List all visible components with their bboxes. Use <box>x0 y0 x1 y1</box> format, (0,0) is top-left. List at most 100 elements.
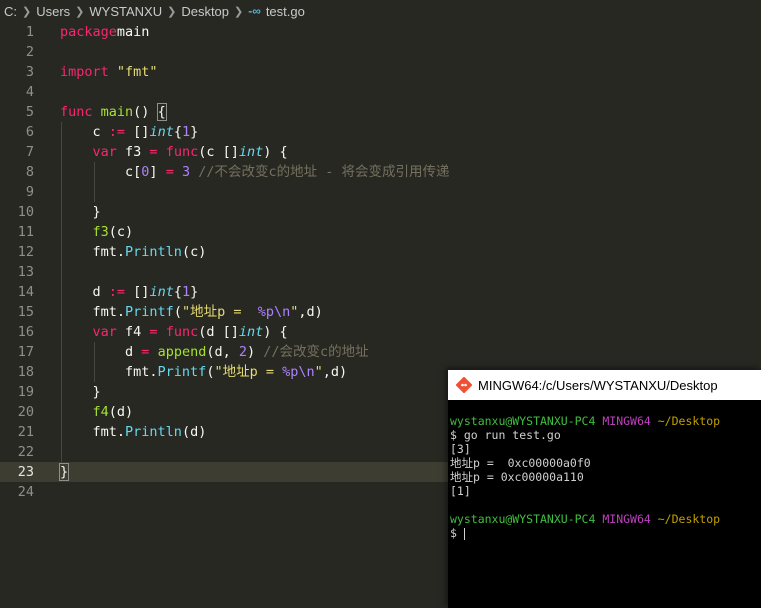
breadcrumb-user-folder[interactable]: WYSTANXU <box>89 4 162 19</box>
code-line[interactable]: 6 c := []int{1} <box>0 122 761 142</box>
code-line[interactable]: 4 <box>0 82 761 102</box>
code-token: %p\n <box>257 304 291 320</box>
line-number: 12 <box>17 244 34 260</box>
terminal-output-line: [3] <box>450 442 471 456</box>
terminal-input-line[interactable]: $ <box>450 526 720 540</box>
code-token: int <box>238 324 264 340</box>
code-token: (c) <box>108 224 134 240</box>
code-token: d <box>60 284 109 300</box>
code-token: (d) <box>181 424 207 440</box>
chevron-right-icon: ❯ <box>22 5 32 18</box>
code-line[interactable]: 11 f3(c) <box>0 222 761 242</box>
prompt-user: wystanxu@WYSTANXU-PC4 <box>450 512 596 526</box>
code-token: " <box>314 364 323 380</box>
code-line[interactable]: 3 import "fmt" <box>0 62 761 82</box>
line-number: 7 <box>25 144 34 160</box>
code-text: fmt.Printf("地址p = %p\n",d) <box>60 362 347 382</box>
code-text: d := []int{1} <box>60 282 199 302</box>
code-text: fmt.Println(c) <box>60 242 207 262</box>
code-token: d <box>60 344 142 360</box>
code-token: fmt. <box>60 304 126 320</box>
code-token: 1 <box>181 124 191 140</box>
code-line[interactable]: 9 <box>0 182 761 202</box>
line-number: 3 <box>25 64 34 80</box>
code-token: main <box>116 24 150 40</box>
code-token: Println <box>125 244 182 260</box>
code-line[interactable]: 2 <box>0 42 761 62</box>
code-line[interactable]: 17 d = append(d, 2) //会改变c的地址 <box>0 342 761 362</box>
chevron-right-icon: ❯ <box>75 5 85 18</box>
line-number: 21 <box>17 424 34 440</box>
code-token: { <box>173 284 182 300</box>
code-text: f3(c) <box>60 222 134 242</box>
code-token: var <box>92 324 117 340</box>
code-line[interactable]: 1 packagemain <box>0 22 761 42</box>
code-token: [] <box>125 284 150 300</box>
code-token: ] <box>149 164 166 180</box>
code-line[interactable]: 16 var f4 = func(d []int) { <box>0 322 761 342</box>
code-token: int <box>149 284 174 300</box>
code-token: ,d) <box>322 364 348 380</box>
prompt-host: MINGW64 <box>602 512 651 526</box>
code-text: fmt.Printf("地址p = %p\n",d) <box>60 302 323 322</box>
prompt-host: MINGW64 <box>602 414 651 428</box>
chevron-right-icon: ❯ <box>167 5 177 18</box>
line-number: 4 <box>25 84 34 100</box>
code-token: ) { <box>263 144 288 160</box>
code-token: fmt. <box>60 244 126 260</box>
code-token: "fmt" <box>116 64 158 80</box>
code-text: } <box>58 462 70 482</box>
line-number: 17 <box>17 344 34 360</box>
breadcrumb-users[interactable]: Users <box>36 4 70 19</box>
breadcrumb-drive[interactable]: C: <box>4 4 17 19</box>
terminal-titlebar[interactable]: MINGW64:/c/Users/WYSTANXU/Desktop <box>448 370 761 400</box>
line-number: 24 <box>17 484 34 500</box>
code-token: 2 <box>238 344 247 360</box>
line-number: 14 <box>17 284 34 300</box>
code-line[interactable]: 5 func main() { <box>0 102 761 122</box>
breadcrumb: C: ❯ Users ❯ WYSTANXU ❯ Desktop ❯ -∞ tes… <box>0 0 761 22</box>
code-token: //会改变c的地址 <box>263 344 369 360</box>
code-token: func <box>165 144 199 160</box>
code-token: f3 <box>92 224 109 240</box>
code-token: c[ <box>60 164 142 180</box>
line-number: 9 <box>25 184 34 200</box>
code-line[interactable]: 8 c[0] = 3 //不会改变c的地址 - 将会变成引用传递 <box>0 162 761 182</box>
code-line[interactable]: 13 <box>0 262 761 282</box>
line-number: 15 <box>17 304 34 320</box>
breadcrumb-desktop[interactable]: Desktop <box>181 4 229 19</box>
code-line[interactable]: 14 d := []int{1} <box>0 282 761 302</box>
code-token: (d, <box>206 344 239 360</box>
line-number: 19 <box>17 384 34 400</box>
line-number: 23 <box>17 464 34 480</box>
code-token: = <box>149 144 158 160</box>
line-number: 6 <box>25 124 34 140</box>
code-line[interactable]: 10 } <box>0 202 761 222</box>
code-line[interactable]: 7 var f3 = func(c []int) { <box>0 142 761 162</box>
line-number: 11 <box>17 224 34 240</box>
code-token: Printf <box>157 364 207 380</box>
terminal-command: $ go run test.go <box>450 428 561 442</box>
code-text: packagemain <box>60 22 149 42</box>
code-line[interactable]: 12 fmt.Println(c) <box>0 242 761 262</box>
code-token: (d) <box>108 404 134 420</box>
terminal-final-prompt: $ <box>450 526 464 540</box>
terminal-output[interactable]: wystanxu@WYSTANXU-PC4 MINGW64 ~/Desktop $… <box>450 414 720 540</box>
line-number: 16 <box>17 324 34 340</box>
terminal-title: MINGW64:/c/Users/WYSTANXU/Desktop <box>478 377 718 393</box>
code-token: (c [] <box>198 144 239 160</box>
prompt-path: ~/Desktop <box>657 414 721 428</box>
breadcrumb-file[interactable]: test.go <box>266 4 305 19</box>
terminal-output-line: [1] <box>450 484 471 498</box>
code-token: "地址p = <box>181 304 258 320</box>
terminal-window[interactable]: MINGW64:/c/Users/WYSTANXU/Desktop wystan… <box>448 370 761 608</box>
code-token: Println <box>125 424 182 440</box>
code-token: := <box>108 284 126 300</box>
prompt-path: ~/Desktop <box>657 512 721 526</box>
code-token: //不会改变c的地址 - 将会变成引用传递 <box>198 164 450 180</box>
code-line[interactable]: 15 fmt.Printf("地址p = %p\n",d) <box>0 302 761 322</box>
